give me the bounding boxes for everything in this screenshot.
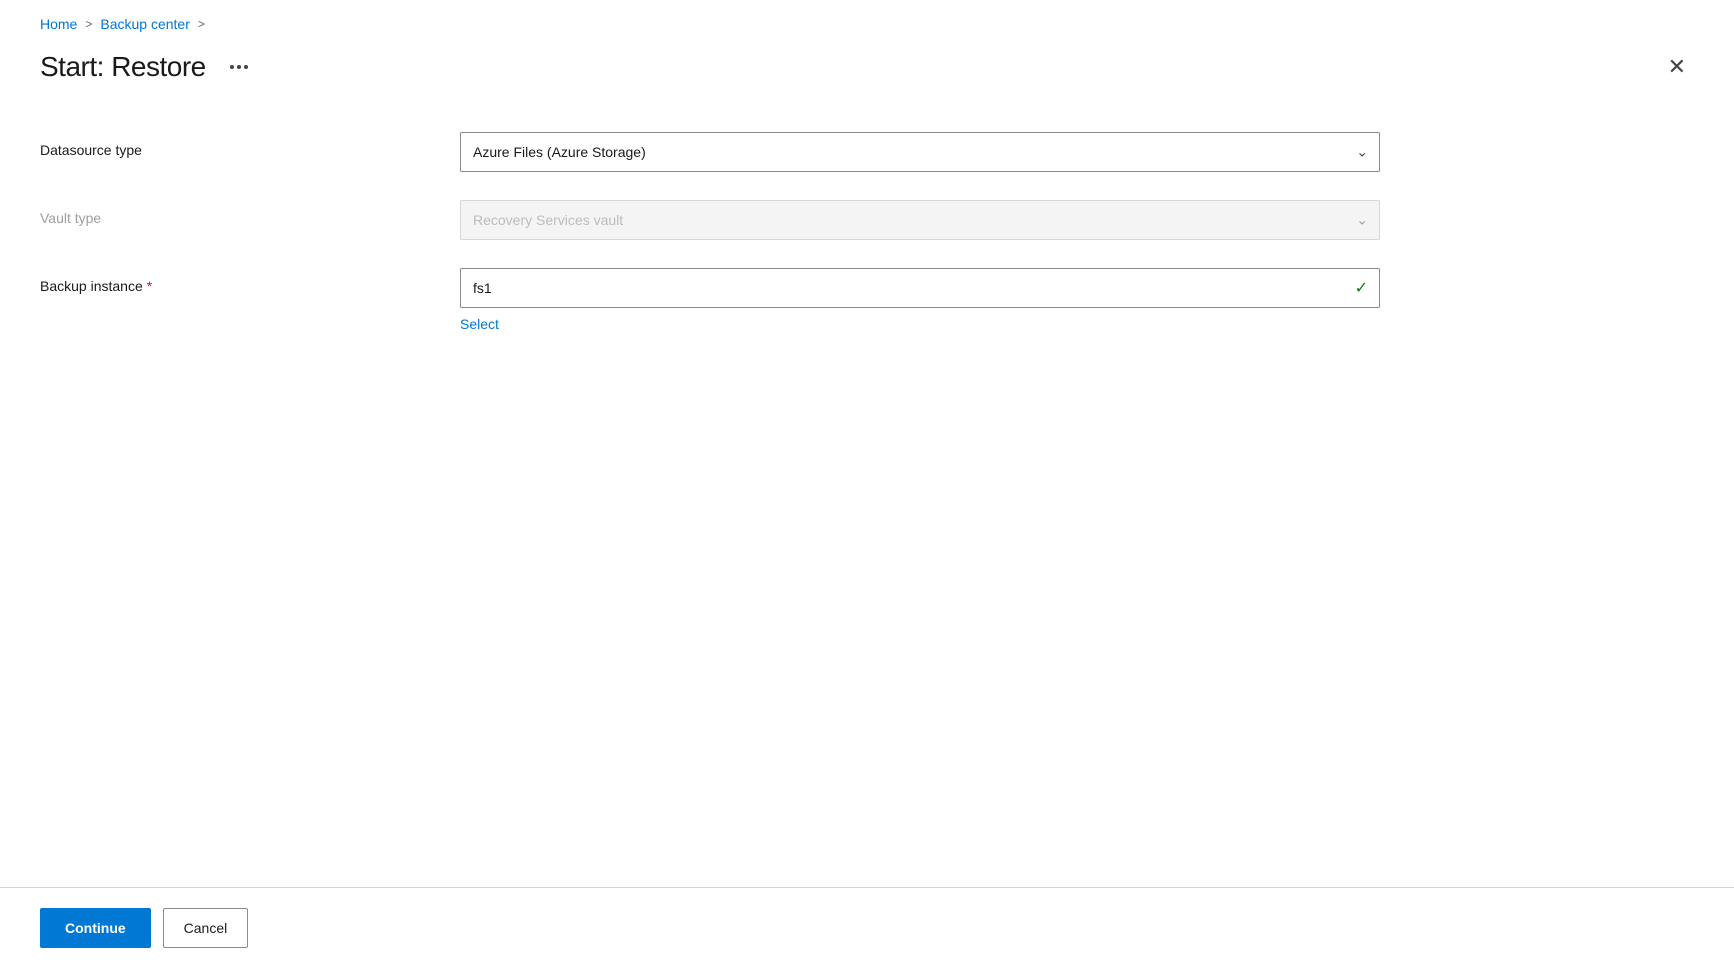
vault-type-select-wrapper: Recovery Services vault ⌄ <box>460 200 1380 240</box>
breadcrumb-backup-center-link[interactable]: Backup center <box>100 16 190 32</box>
more-options-button[interactable] <box>222 61 256 73</box>
datasource-type-select-wrapper: Azure Files (Azure Storage) Azure Virtua… <box>460 132 1380 172</box>
backup-instance-input-wrapper: ✓ <box>460 268 1380 308</box>
continue-button[interactable]: Continue <box>40 908 151 948</box>
vault-type-label: Vault type <box>40 200 460 226</box>
close-button[interactable]: ✕ <box>1660 48 1694 86</box>
dot3 <box>244 65 248 69</box>
datasource-type-select[interactable]: Azure Files (Azure Storage) Azure Virtua… <box>460 132 1380 172</box>
page-header: Start: Restore ✕ <box>40 40 1694 118</box>
datasource-type-row: Datasource type Azure Files (Azure Stora… <box>40 118 1694 186</box>
dot1 <box>230 65 234 69</box>
breadcrumb-home-link[interactable]: Home <box>40 16 77 32</box>
vault-type-row: Vault type Recovery Services vault ⌄ <box>40 186 1694 254</box>
page-header-left: Start: Restore <box>40 51 256 83</box>
backup-instance-input[interactable] <box>460 268 1380 308</box>
footer: Continue Cancel <box>0 887 1734 968</box>
datasource-type-control: Azure Files (Azure Storage) Azure Virtua… <box>460 132 1380 172</box>
backup-instance-control: ✓ Select <box>460 268 1380 332</box>
dot2 <box>237 65 241 69</box>
backup-instance-required-star: * <box>147 278 152 294</box>
backup-instance-select-link[interactable]: Select <box>460 312 1380 332</box>
datasource-type-label: Datasource type <box>40 132 460 158</box>
backup-instance-label-text: Backup instance <box>40 278 143 294</box>
form-section: Datasource type Azure Files (Azure Stora… <box>40 118 1694 887</box>
breadcrumb-separator-1: > <box>85 17 92 31</box>
breadcrumb: Home > Backup center > <box>40 0 1694 40</box>
cancel-button[interactable]: Cancel <box>163 908 249 948</box>
backup-instance-row: Backup instance * ✓ Select <box>40 254 1694 346</box>
vault-type-control: Recovery Services vault ⌄ <box>460 200 1380 240</box>
vault-type-select[interactable]: Recovery Services vault <box>460 200 1380 240</box>
page-title: Start: Restore <box>40 51 206 83</box>
breadcrumb-separator-2: > <box>198 17 205 31</box>
backup-instance-label: Backup instance * <box>40 268 460 294</box>
